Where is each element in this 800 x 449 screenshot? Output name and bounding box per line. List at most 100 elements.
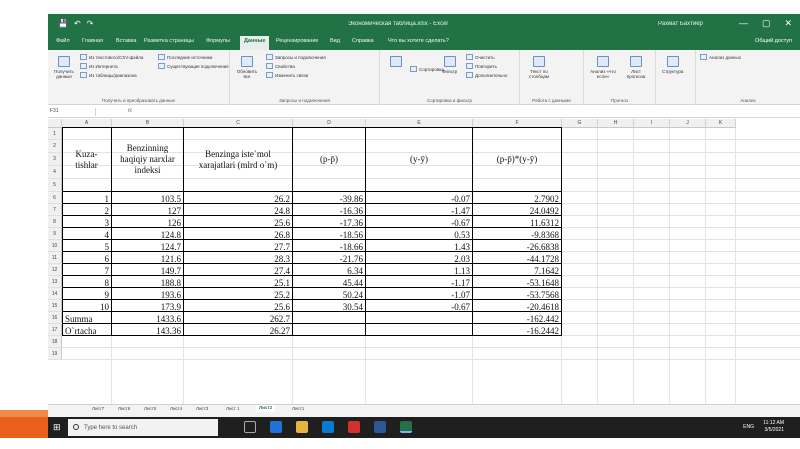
tab-page-layout[interactable]: Разметка страницы [144,38,194,44]
summary-summa-cell[interactable]: 262.7 [184,312,293,324]
table-cell[interactable]: 26.2 [184,192,293,204]
sheet-tab[interactable]: Лист5 [144,406,156,411]
table-cell[interactable]: 188.8 [112,276,184,288]
table-cell[interactable]: -26.6838 [473,240,562,252]
table-cell[interactable]: -18.56 [293,228,366,240]
table-cell[interactable]: 25.1 [184,276,293,288]
row-header[interactable]: 19 [48,348,62,360]
forecast-sheet-button[interactable]: Лист прогноза [622,56,650,79]
sheet-tab[interactable]: Лист1 [292,406,304,411]
table-cell[interactable]: 25.6 [184,300,293,312]
table-cell[interactable]: -1.07 [366,288,473,300]
folder-icon[interactable] [296,421,308,433]
table-cell[interactable]: -39.86 [293,192,366,204]
table-cell[interactable]: 124.7 [112,240,184,252]
table-cell[interactable]: 26.8 [184,228,293,240]
sheet-tab[interactable]: Лист 1 [226,406,240,411]
table-header-cell[interactable]: Benzinning haqiqiy narxlar indeksi [112,128,184,192]
row-header[interactable]: 12 [48,264,62,276]
get-data-button[interactable]: Получить данные [52,56,76,79]
table-cell[interactable]: 45.44 [293,276,366,288]
table-cell[interactable]: 1.43 [366,240,473,252]
what-if-button[interactable]: Анализ «что если» [588,56,618,79]
name-box[interactable]: F31 [50,108,96,116]
properties-button[interactable]: Свойства [266,63,295,69]
sort-button[interactable]: Сортировка [410,66,444,72]
reapply-button[interactable]: Повторить [466,63,497,69]
table-cell[interactable]: 127 [112,204,184,216]
row-header[interactable]: 10 [48,240,62,252]
table-cell[interactable]: 27.7 [184,240,293,252]
table-cell[interactable]: 149.7 [112,264,184,276]
row-header[interactable]: 9 [48,228,62,240]
table-cell[interactable]: 4 [62,228,112,240]
fx-icon[interactable]: fx [128,108,132,114]
table-cell[interactable]: 1 [62,192,112,204]
table-cell[interactable]: 3 [62,216,112,228]
existing-connections-button[interactable]: Существующие подключения [158,63,229,69]
table-cell[interactable]: 7 [62,264,112,276]
table-cell[interactable]: 24.8 [184,204,293,216]
share-button[interactable]: Общий доступ [755,38,792,44]
language-indicator[interactable]: ENG [743,424,754,430]
save-icon[interactable]: 💾 [58,19,68,28]
task-view-icon[interactable] [244,421,256,433]
refresh-all-button[interactable]: Обновить все [234,56,260,79]
table-cell[interactable]: -9.8368 [473,228,562,240]
table-cell[interactable]: 173.9 [112,300,184,312]
sheet-tab[interactable]: Лист6 [118,406,130,411]
row-header[interactable]: 3 [48,153,62,166]
spreadsheet-grid[interactable]: A B C D E F G H I J K 1 2 3 4 5 6 7 8 9 10 11 12 13 14 15 16 17 18 19… [48,119,800,404]
clock[interactable]: 11:12 AM 3/5/2021 [763,420,784,434]
table-cell[interactable]: 24.0492 [473,204,562,216]
tab-help[interactable]: Справка [352,38,374,44]
summary-ortacha-cell[interactable]: O`rtacha [62,324,112,336]
table-header-cell[interactable]: Benzinga iste`mol xarajatlari (mlrd o`m) [184,128,293,192]
empty-cell[interactable] [293,312,366,324]
tab-formulas[interactable]: Формулы [206,38,230,44]
sheet-tab[interactable]: Лист7 [92,406,104,411]
table-cell[interactable]: 103.5 [112,192,184,204]
from-web-button[interactable]: Из Интернета [80,63,118,69]
row-header[interactable]: 8 [48,216,62,228]
table-cell[interactable]: 6.34 [293,264,366,276]
table-cell[interactable]: -0.67 [366,216,473,228]
row-header[interactable]: 17 [48,324,62,336]
table-cell[interactable]: -44.1728 [473,252,562,264]
empty-cell[interactable] [366,324,473,336]
summary-summa-cell[interactable]: Summa [62,312,112,324]
advanced-button[interactable]: Дополнительно [466,72,507,78]
data-analysis-button[interactable]: Анализ данных [700,54,741,60]
tab-insert[interactable]: Вставка [116,38,136,44]
table-cell[interactable]: -53.7568 [473,288,562,300]
table-cell[interactable]: 121.6 [112,252,184,264]
column-header[interactable]: H [598,119,634,128]
clear-button[interactable]: Очистить [466,54,495,60]
table-cell[interactable]: 5 [62,240,112,252]
table-cell[interactable]: 193.6 [112,288,184,300]
windows-start-icon[interactable]: ⊞ [53,422,61,433]
sheet-tab[interactable]: Лист4 [170,406,182,411]
outline-button[interactable]: Структура [662,56,683,74]
empty-cell[interactable] [366,312,473,324]
column-header[interactable]: I [634,119,670,128]
column-header[interactable]: J [670,119,706,128]
row-header[interactable]: 7 [48,204,62,216]
table-cell[interactable]: 25.6 [184,216,293,228]
row-header[interactable]: 13 [48,276,62,288]
sheet-tab[interactable]: Лист3 [196,406,208,411]
table-cell[interactable]: 10 [62,300,112,312]
tab-file[interactable]: Файл [56,38,70,44]
tab-data[interactable]: Данные [240,36,270,50]
row-header[interactable]: 18 [48,336,62,348]
table-cell[interactable]: 8 [62,276,112,288]
select-all-corner[interactable] [48,119,62,128]
redo-icon[interactable]: ↷ [87,19,94,28]
empty-cell[interactable] [293,324,366,336]
row-header[interactable]: 11 [48,252,62,264]
table-cell[interactable]: 7.1642 [473,264,562,276]
from-csv-button[interactable]: Из текстового/CSV-файла [80,54,143,60]
edit-links-button[interactable]: Изменить связи [266,72,308,78]
table-cell[interactable]: -18.66 [293,240,366,252]
row-header[interactable]: 5 [48,179,62,192]
